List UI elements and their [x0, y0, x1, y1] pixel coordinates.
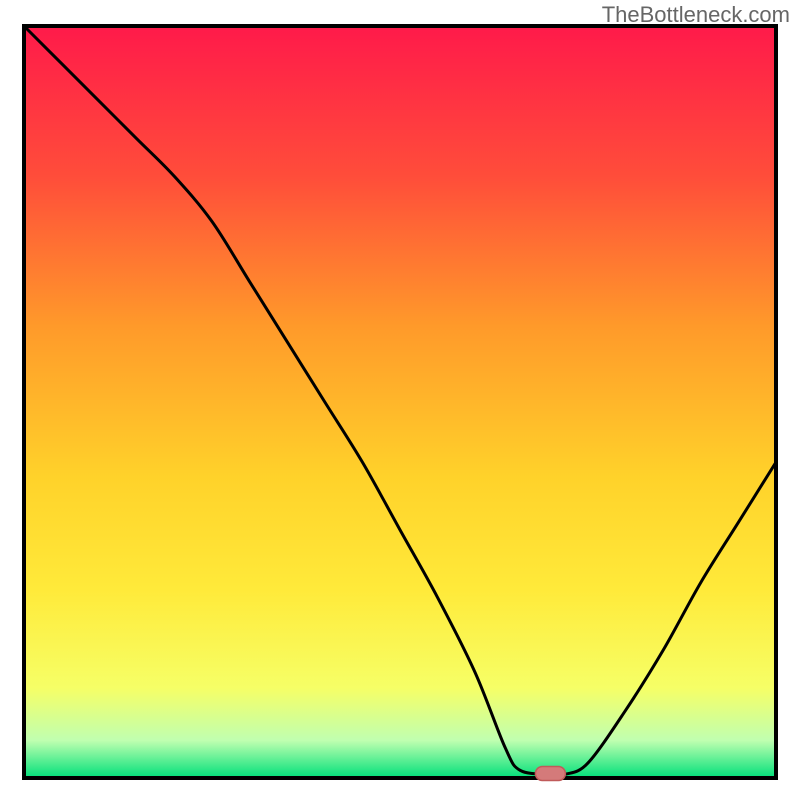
watermark-text: TheBottleneck.com: [602, 2, 790, 28]
sweet-spot-marker: [535, 766, 565, 780]
bottleneck-chart: [0, 0, 800, 800]
chart-container: TheBottleneck.com: [0, 0, 800, 800]
